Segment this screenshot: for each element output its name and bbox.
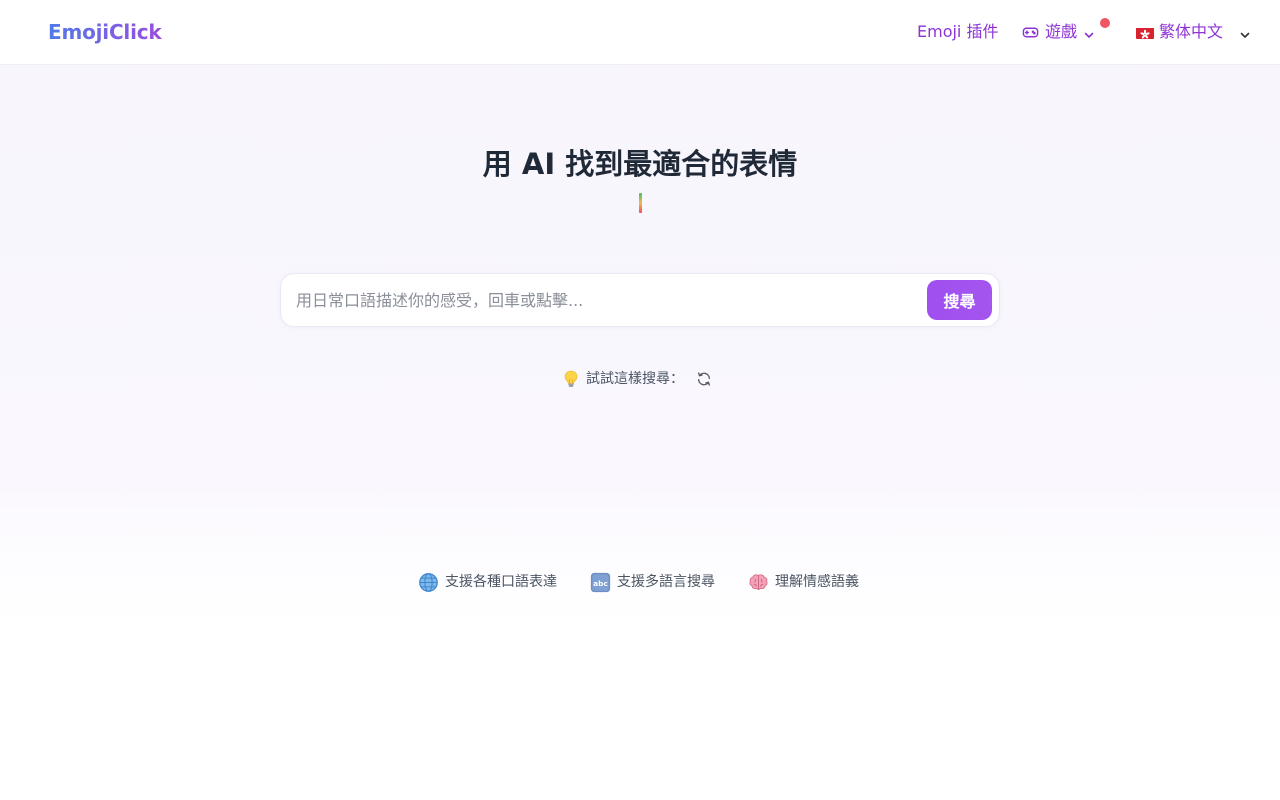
top-navbar: EmojiClick Emoji 插件 遊戲 繁体中文 — [0, 0, 1280, 65]
language-label: 繁体中文 — [1159, 22, 1224, 41]
svg-text:abc: abc — [593, 579, 608, 588]
abc-icon: abc — [590, 572, 611, 593]
nav-emoji-plugin-link[interactable]: Emoji 插件 — [917, 21, 998, 43]
brain-icon — [748, 572, 769, 593]
language-selector[interactable]: 繁体中文 — [1136, 21, 1250, 43]
typing-cursor — [639, 193, 642, 213]
feature-label: 支援多語言搜尋 — [617, 574, 715, 590]
page-title: 用 AI 找到最適合的表情 — [482, 147, 798, 181]
feature-list: 支援各種口語表達 abc 支援多語言搜尋 理解情感語義 — [418, 571, 859, 593]
logo[interactable]: EmojiClick — [48, 19, 162, 45]
suggestions-label: 試試這樣搜尋： — [586, 371, 684, 387]
light-bulb-icon — [564, 370, 578, 388]
gamepad-icon — [1022, 24, 1039, 41]
feature-item: 支援各種口語表達 — [418, 572, 557, 593]
feature-label: 理解情感語義 — [775, 574, 859, 590]
globe-icon — [418, 572, 439, 593]
feature-item: abc 支援多語言搜尋 — [590, 572, 715, 593]
notification-dot — [1100, 18, 1110, 28]
feature-item: 理解情感語義 — [748, 572, 859, 593]
refresh-icon[interactable] — [696, 371, 712, 387]
chevron-down-icon — [1239, 26, 1251, 38]
search-suggestions: 試試這樣搜尋： — [564, 368, 712, 390]
chevron-down-icon — [1083, 26, 1095, 38]
search-input[interactable] — [296, 274, 916, 326]
nav-games-label: 遊戲 — [1045, 22, 1078, 41]
search-box: 搜尋 — [280, 273, 1000, 327]
search-button[interactable]: 搜尋 — [927, 280, 992, 320]
nav-games-dropdown[interactable]: 遊戲 — [1022, 21, 1095, 43]
hong-kong-flag-icon — [1136, 26, 1154, 39]
feature-label: 支援各種口語表達 — [445, 574, 557, 590]
